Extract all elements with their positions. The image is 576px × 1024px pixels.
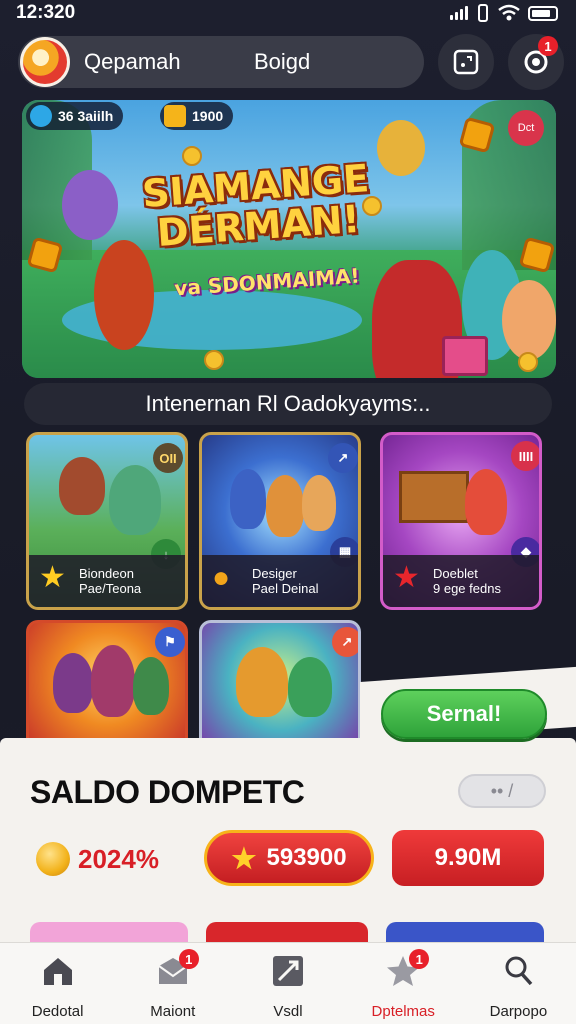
star-icon: 1: [385, 949, 430, 989]
banner-character-cat: [62, 170, 118, 240]
search-bar[interactable]: Qepamah Boigd: [18, 36, 424, 88]
settings-button[interactable]: 1: [508, 34, 564, 90]
tile-character: [230, 469, 266, 529]
banner-character-boy: [94, 240, 154, 350]
battery-icon: [528, 5, 558, 21]
nav-item-profile[interactable]: Darpopo: [461, 943, 576, 1024]
nav-item-home[interactable]: Dedotal: [0, 943, 115, 1024]
nav-label: Dptelmas: [371, 1003, 435, 1020]
game-tile-3[interactable]: IIII ◆ ★ Doeblet 9 ege fedns: [380, 432, 542, 610]
tile-corner-badge: IIII: [511, 441, 539, 471]
scan-icon: [453, 49, 479, 75]
banner-chip-left: 36 3aiilh: [26, 102, 124, 130]
tile-subtitle: Pae/Teona: [79, 581, 142, 596]
nav-item-ticket[interactable]: Vsdl: [230, 943, 345, 1024]
balance-value: 2024%: [78, 843, 159, 874]
tile-character: [266, 475, 304, 537]
tile-label: ★ Doeblet 9 ege fedns: [383, 555, 539, 607]
header: Qepamah Boigd 1: [18, 34, 564, 92]
profile-icon: [500, 953, 536, 989]
topup-button-label: 593900: [266, 844, 347, 871]
flag-icon: ⚑: [155, 627, 185, 657]
nav-label: Vsdl: [273, 1003, 303, 1020]
promo-banner[interactable]: 36 3aiilh 1900 Dct SIAMANGE DÉRMAN! va S…: [22, 100, 556, 378]
tile-corner-badge: OII: [153, 443, 183, 473]
bolt-icon: [30, 105, 52, 127]
game-tile-5[interactable]: ↗: [199, 620, 361, 750]
tile-character: [465, 469, 507, 535]
status-bar: 12:320: [0, 0, 576, 26]
tile-character: [302, 475, 336, 531]
wifi-icon: [498, 4, 520, 21]
status-icons: [450, 4, 558, 22]
section-heading: Intenernan Rl Oadokyayms:..: [24, 383, 552, 425]
nav-label: Dedotal: [31, 1003, 84, 1020]
tile-character: [288, 657, 332, 717]
banner-corner-badge[interactable]: Dct: [508, 110, 544, 146]
withdraw-button[interactable]: 9.90M: [392, 830, 544, 886]
banner-chip-right: 1900: [160, 102, 234, 130]
banner-chip-right-text: 1900: [192, 108, 224, 124]
gem-icon: [164, 105, 186, 127]
star-icon: ★: [39, 561, 66, 594]
signal-icon: [450, 6, 468, 20]
wallet-balance: 2024%: [36, 842, 159, 876]
withdraw-button-label: 9.90M: [434, 844, 502, 871]
status-time: 12:320: [16, 2, 76, 23]
game-tile-2[interactable]: ↗ ▦ ● Desiger Pael Deinal: [199, 432, 361, 610]
topup-button[interactable]: ★ 593900: [204, 830, 374, 886]
arrow-icon: ↗: [328, 443, 358, 473]
game-tile-1[interactable]: OII ↓ ★ Biondeon Pae/Teona: [26, 432, 188, 610]
banner-coin: [182, 146, 202, 166]
cta-button[interactable]: Sernal!: [381, 689, 547, 739]
banner-coin: [204, 350, 224, 370]
treasure-chest: [399, 471, 469, 523]
tile-character: [236, 647, 288, 717]
wallet-title: SALDO DOMPETC: [30, 774, 305, 810]
banner-chip-left-text: 36 3aiilh: [58, 108, 114, 124]
mail-icon: 1: [155, 949, 199, 989]
tile-subtitle: Pael Deinal: [252, 581, 319, 596]
nav-item-star[interactable]: 1 Dptelmas: [346, 943, 461, 1024]
tile-label: ● Desiger Pael Deinal: [202, 555, 358, 607]
star-icon: ★: [231, 842, 257, 874]
coin-icon: [36, 842, 70, 876]
scan-button[interactable]: [438, 34, 494, 90]
nav-label: Maiont: [150, 1003, 196, 1020]
notification-badge: 1: [538, 36, 558, 56]
coin-icon: ●: [212, 561, 231, 594]
share-icon: ↗: [332, 627, 358, 657]
tile-label: ★ Biondeon Pae/Teona: [29, 555, 185, 607]
banner-gift-box: [442, 336, 488, 376]
visibility-toggle[interactable]: •• /: [458, 774, 546, 808]
tile-character: [59, 457, 105, 515]
nav-badge: 1: [178, 949, 199, 969]
vibrate-icon: [478, 4, 488, 22]
tile-character: [109, 465, 161, 535]
star-icon: ★: [393, 561, 420, 594]
tile-subtitle: 9 ege fedns: [433, 581, 501, 596]
tile-title: Desiger: [252, 566, 297, 581]
tile-character: [53, 653, 93, 713]
game-tile-4[interactable]: ⚑: [26, 620, 188, 750]
nav-badge: 1: [409, 949, 430, 969]
nav-item-mail[interactable]: 1 Maiont: [115, 943, 230, 1024]
banner-character-kid: [502, 280, 556, 360]
tile-character: [91, 645, 135, 717]
ticket-icon: [270, 953, 306, 989]
search-label-secondary: Boigd: [254, 49, 311, 74]
tile-title: Doeblet: [433, 566, 478, 581]
avatar[interactable]: [20, 37, 70, 87]
nav-label: Darpopo: [489, 1003, 548, 1020]
tile-title: Biondeon: [79, 566, 134, 581]
tile-character: [133, 657, 169, 715]
banner-coin: [518, 352, 538, 372]
wallet-sheet: SALDO DOMPETC •• / 2024% ★ 593900 9.90M: [0, 738, 576, 968]
bottom-nav: Dedotal 1 Maiont Vsdl 1 Dptelmas Darpopo: [0, 942, 576, 1024]
banner-title: SIAMANGE DÉRMAN!: [140, 156, 371, 255]
home-icon: [40, 953, 76, 989]
search-label-primary: Qepamah: [84, 49, 181, 74]
